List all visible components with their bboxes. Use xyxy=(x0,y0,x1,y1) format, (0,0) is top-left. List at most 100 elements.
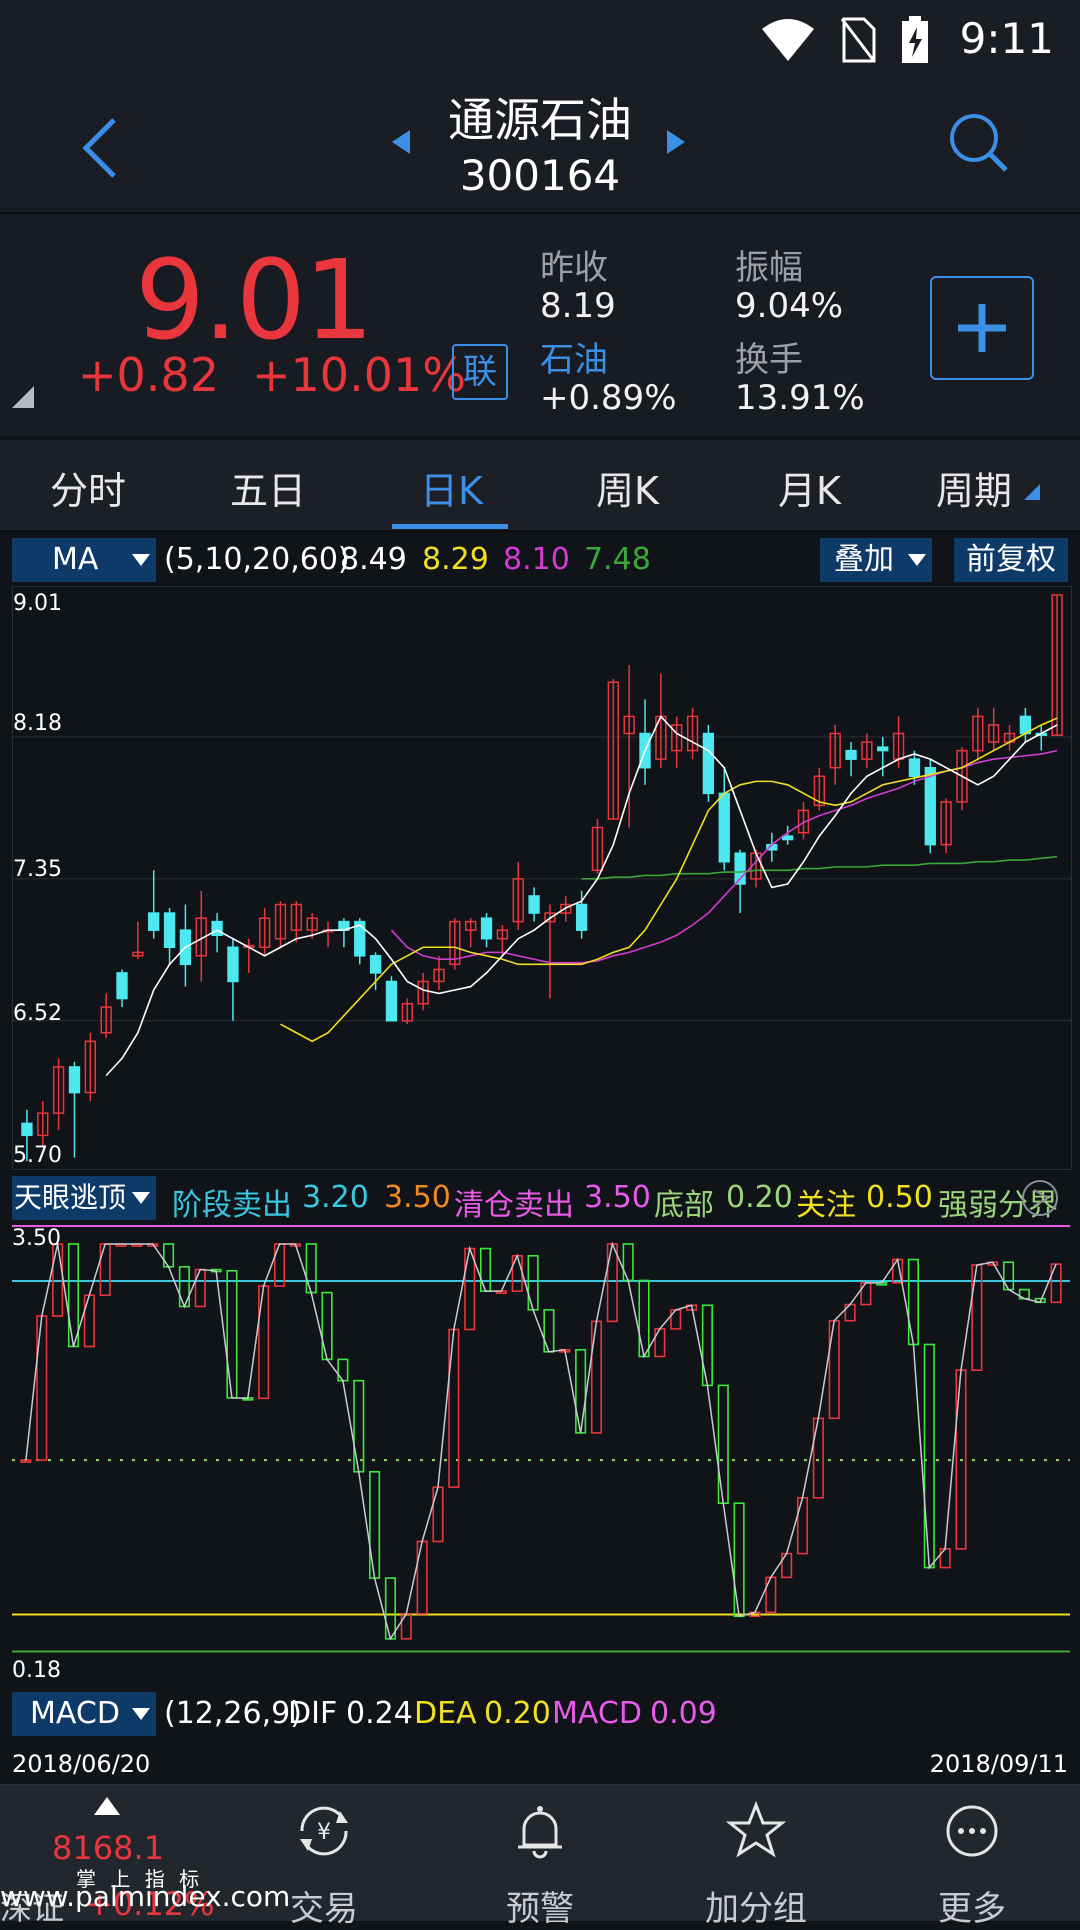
period-tabs: 分时 五日 日K 周K 月K 周期 xyxy=(0,440,1080,532)
candle-body xyxy=(781,835,794,841)
kline-chart[interactable]: 9.01 8.18 7.35 6.52 5.70 xyxy=(12,586,1072,1170)
indicator-bar xyxy=(83,1294,95,1348)
indicator-bar xyxy=(654,1328,666,1358)
candle-body xyxy=(211,920,223,937)
active-tab-indicator xyxy=(392,524,508,529)
amplitude-value: 9.04% xyxy=(735,286,844,326)
candle-body xyxy=(575,903,588,931)
indicator-bar xyxy=(606,1243,618,1323)
svg-text:¥: ¥ xyxy=(317,1820,331,1845)
sector-label[interactable]: 石油 xyxy=(540,332,608,381)
indicator-bar xyxy=(781,1552,793,1579)
wifi-icon xyxy=(762,19,814,61)
dea-value: 0.20 xyxy=(484,1696,551,1731)
candle-body xyxy=(369,955,382,974)
ma-indicator-bar: MA (5,10,20,60) 8.49 8.29 8.10 7.48 叠加 前… xyxy=(0,534,1080,586)
date-range: 2018/06/20 2018/09/11 xyxy=(0,1742,1080,1782)
prev-close-label: 昨收 xyxy=(540,248,608,288)
battery-charging-icon xyxy=(902,16,928,63)
candle-body xyxy=(718,792,730,863)
next-stock-icon[interactable] xyxy=(665,128,687,156)
candle-body xyxy=(21,1122,33,1137)
macd-dropdown[interactable]: MACD xyxy=(12,1692,156,1736)
candle-body xyxy=(68,1066,81,1094)
indicator-bar xyxy=(258,1285,270,1400)
indicator-bar xyxy=(369,1470,381,1579)
tab-intraday[interactable]: 分时 xyxy=(50,460,126,515)
indicator-bar xyxy=(527,1254,539,1311)
chevron-down-icon xyxy=(132,1708,150,1720)
sub-indicator-chart[interactable]: 3.50 0.18 xyxy=(12,1224,1070,1684)
stock-code: 300164 xyxy=(459,151,621,200)
overlay-dropdown[interactable]: 叠加 xyxy=(820,538,932,582)
chevron-down-icon xyxy=(132,554,150,566)
nav-more-label: 更多 xyxy=(938,1889,1006,1929)
search-icon[interactable] xyxy=(946,110,1010,174)
candle-body xyxy=(702,732,715,795)
linked-button[interactable]: 联 xyxy=(452,344,508,400)
trade-icon: ¥ xyxy=(300,1806,348,1856)
indicator-settings-icon[interactable] xyxy=(1020,1178,1060,1218)
indicator-bar xyxy=(36,1315,48,1461)
indicator-bar xyxy=(226,1269,238,1399)
nav-more[interactable]: 更多 xyxy=(864,1785,1080,1929)
ma-dropdown[interactable]: MA xyxy=(12,538,156,582)
last-price: 9.01 xyxy=(135,236,374,364)
indicator-bar xyxy=(52,1243,64,1317)
ma60-line xyxy=(581,855,1058,880)
indicator-bar xyxy=(590,1320,603,1434)
no-sim-icon xyxy=(840,17,876,63)
candle-body xyxy=(116,972,128,1000)
turnover-label: 换手 xyxy=(735,340,803,380)
index-value: 8168.1 xyxy=(52,1829,164,1867)
indicator-bar xyxy=(384,1577,396,1640)
indicator-bar xyxy=(733,1502,745,1618)
start-date: 2018/06/20 xyxy=(12,1750,151,1778)
indicator-bar xyxy=(796,1497,809,1555)
chevron-down-icon xyxy=(908,554,926,566)
bottom-label: 底部 xyxy=(654,1188,714,1223)
indicator-bar xyxy=(907,1258,919,1346)
prev-close-value: 8.19 xyxy=(540,286,616,326)
ma10-value: 8.29 xyxy=(422,542,489,577)
indicator-bar xyxy=(828,1319,840,1420)
tab-five-day[interactable]: 五日 xyxy=(230,460,306,515)
indicator-bar xyxy=(353,1379,365,1473)
plus-icon xyxy=(958,304,1006,352)
indicator-bar xyxy=(638,1279,650,1358)
period-dropdown-icon xyxy=(1024,484,1040,500)
macd-label: MACD xyxy=(552,1696,642,1731)
axis-label-low: 5.70 xyxy=(13,1143,62,1168)
indicator-bar xyxy=(511,1254,523,1292)
candle-body xyxy=(528,895,540,914)
nav-alert-label: 预警 xyxy=(506,1889,574,1929)
tab-daily-k[interactable]: 日K xyxy=(420,460,483,515)
macd-dropdown-label: MACD xyxy=(30,1696,120,1731)
indicator-bar xyxy=(543,1309,555,1353)
indicator-bar xyxy=(1050,1263,1062,1304)
status-icons xyxy=(760,14,930,66)
candle-body xyxy=(845,749,857,760)
tab-period[interactable]: 周期 xyxy=(936,460,1012,515)
sub-indicator-dropdown[interactable]: 天眼逃顶 xyxy=(12,1176,156,1220)
adjust-button[interactable]: 前复权 xyxy=(954,538,1068,582)
amplitude-label: 振幅 xyxy=(735,248,803,288)
overlay-label: 叠加 xyxy=(834,542,894,577)
expand-corner-icon[interactable] xyxy=(12,386,34,408)
indicator-bar xyxy=(337,1358,349,1382)
chevron-down-icon xyxy=(132,1192,150,1204)
tab-weekly-k[interactable]: 周K xyxy=(596,460,659,515)
indicator-bar xyxy=(575,1348,587,1434)
watermark: www.palmindex.com xyxy=(0,1880,291,1913)
sub-axis-bottom: 0.18 xyxy=(12,1658,61,1683)
indicator-bar xyxy=(701,1304,713,1387)
watch-value: 0.50 xyxy=(866,1180,933,1215)
macd-value: 0.09 xyxy=(650,1696,717,1731)
nav-add-group[interactable]: 加分组 xyxy=(648,1785,864,1929)
add-watchlist-button[interactable] xyxy=(930,276,1034,380)
tab-monthly-k[interactable]: 月K xyxy=(778,460,841,515)
candle-body xyxy=(163,912,176,949)
nav-alert[interactable]: 预警 xyxy=(432,1785,648,1929)
indicator-bar xyxy=(67,1243,80,1348)
bottom-value: 0.20 xyxy=(726,1180,793,1215)
